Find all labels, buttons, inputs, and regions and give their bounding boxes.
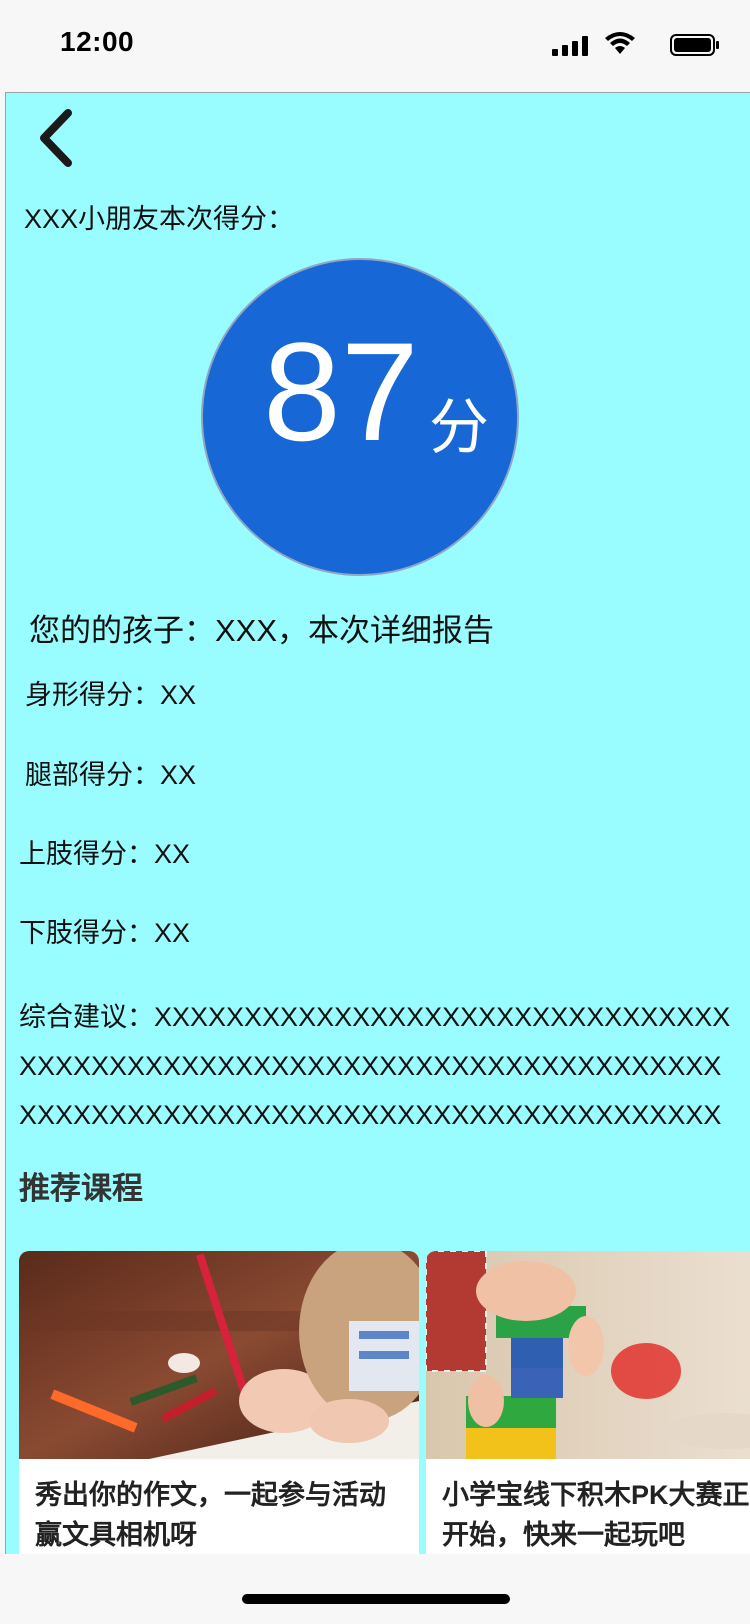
course-card[interactable]: 秀出你的作文，一起参与活动 赢文具相机呀 xyxy=(19,1251,419,1555)
score-intro-label: XXX小朋友本次得分： xyxy=(24,204,295,234)
score-unit: 分 xyxy=(429,394,489,461)
chevron-left-icon xyxy=(40,109,72,167)
status-time: 12:00 xyxy=(60,26,135,57)
child-building-blocks-photo-icon xyxy=(426,1251,750,1459)
report-title: 您的的孩子：XXX，本次详细报告 xyxy=(29,613,495,648)
course-image-blocks xyxy=(426,1251,750,1459)
battery-icon xyxy=(670,34,719,56)
course-image-writing xyxy=(19,1251,419,1459)
course-title: 秀出你的作文，一起参与活动 赢文具相机呀 xyxy=(35,1480,386,1550)
upper-limb-score: 上肢得分：XX xyxy=(19,839,191,869)
cellular-signal-icon xyxy=(552,36,588,56)
report-page: XXX小朋友本次得分： 87 分 您的的孩子：XXX，本次详细报告 身形得分：X… xyxy=(5,92,750,1555)
score-value: 87 xyxy=(263,313,419,470)
home-area xyxy=(0,1554,750,1624)
home-indicator[interactable] xyxy=(242,1594,510,1604)
leg-score: 腿部得分：XX xyxy=(25,760,197,790)
lower-limb-score: 下肢得分：XX xyxy=(19,918,191,948)
score-circle: 87 分 xyxy=(201,258,519,576)
overall-advice: 综合建议：XXXXXXXXXXXXXXXXXXXXXXXXXXXXXXXXXXX… xyxy=(19,1002,731,1130)
status-bar: 12:00 xyxy=(0,0,750,92)
body-shape-score: 身形得分：XX xyxy=(25,680,197,710)
recommended-courses-heading: 推荐课程 xyxy=(19,1171,143,1206)
back-button[interactable] xyxy=(34,103,90,173)
child-writing-photo-icon xyxy=(19,1251,419,1459)
course-title: 小学宝线下积木PK大赛正式 开始，快来一起玩吧 xyxy=(442,1480,750,1550)
wifi-icon xyxy=(605,32,635,54)
course-card[interactable]: 小学宝线下积木PK大赛正式 开始，快来一起玩吧 xyxy=(426,1251,750,1555)
